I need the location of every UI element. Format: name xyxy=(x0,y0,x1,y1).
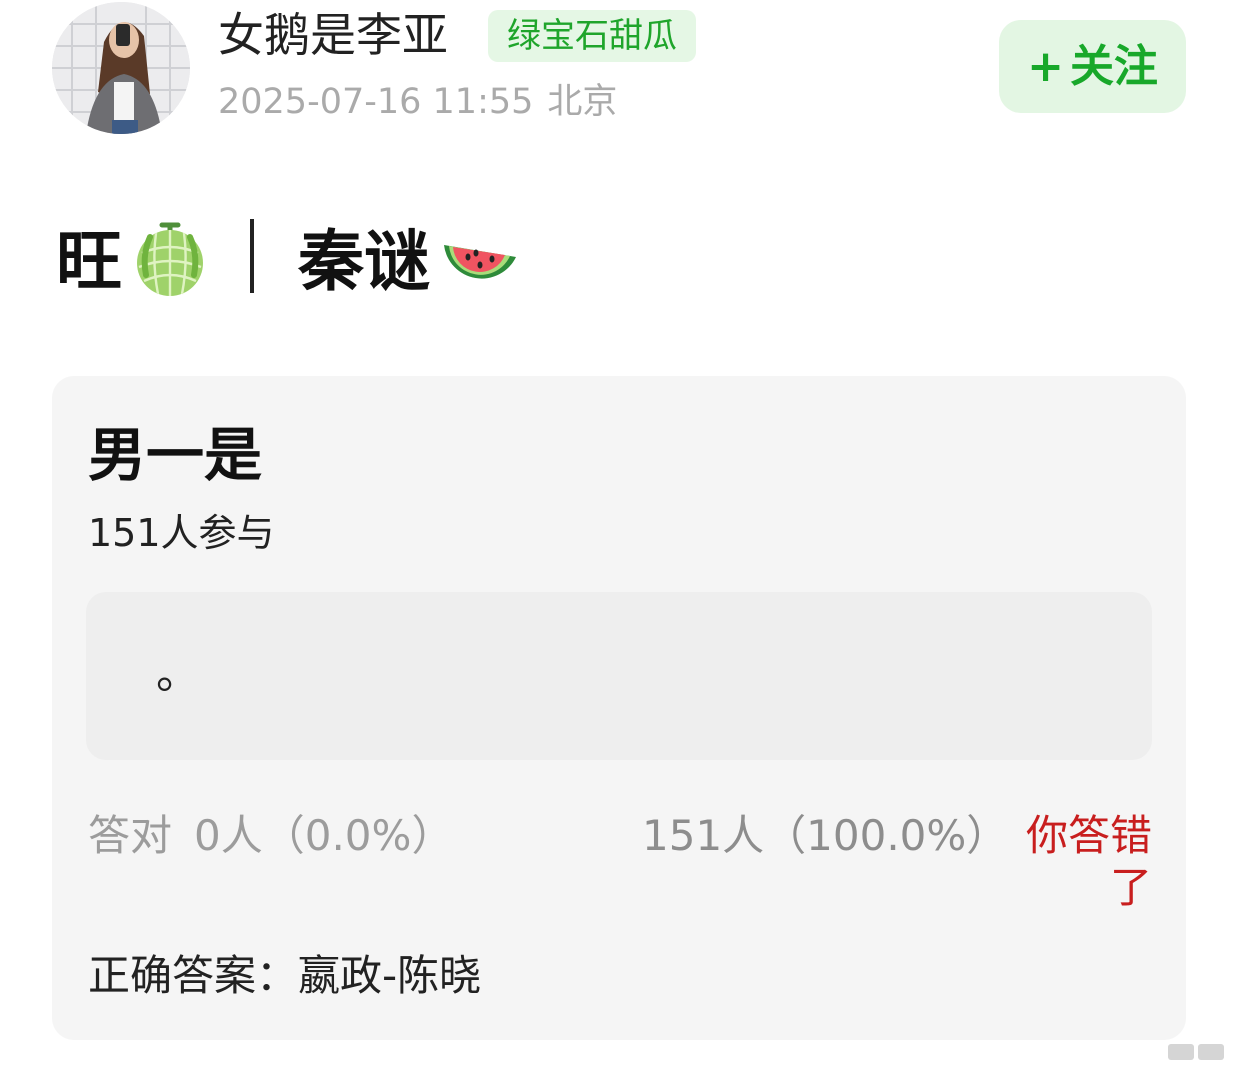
author-badge: 绿宝石甜瓜 xyxy=(488,10,696,62)
watermark-logo-icon xyxy=(1166,1040,1228,1064)
quiz-participants: 151人参与 xyxy=(88,511,275,555)
weibo-post: 女鹅是李亚 绿宝石甜瓜 2025-07-16 11:55 北京 + 关注 旺 秦谜 xyxy=(0,0,1237,1080)
plus-icon: + xyxy=(1027,41,1064,92)
user-answer-text: 。 xyxy=(156,648,200,699)
quiz-card: 男一是 151人参与 。 答对 0人（0.0%） 151人（100.0%） 你答错… xyxy=(52,376,1186,1040)
post-content: 旺 秦谜 xyxy=(56,210,516,302)
melon-icon xyxy=(132,215,208,297)
result-message: 你答错了 xyxy=(1025,811,1152,912)
correct-stat-value: 0人（0.0%） xyxy=(194,811,454,860)
avatar-photo-icon xyxy=(52,2,190,134)
follow-label: 关注 xyxy=(1069,41,1158,92)
wrong-stat-value: 151人（100.0%） xyxy=(642,811,1009,860)
post-location: 北京 xyxy=(547,82,618,122)
post-timestamp: 2025-07-16 11:55 xyxy=(218,82,534,122)
avatar[interactable] xyxy=(52,2,190,134)
user-answer-box: 。 xyxy=(86,592,1152,760)
content-text-right: 秦谜 xyxy=(298,223,430,300)
follow-button[interactable]: + 关注 xyxy=(999,20,1186,113)
correct-stat-label: 答对 xyxy=(88,811,173,860)
content-text-left: 旺 xyxy=(56,223,122,300)
content-divider xyxy=(250,219,254,293)
correct-stat: 答对 0人（0.0%） xyxy=(88,808,453,864)
correct-answer: 正确答案：嬴政-陈晓 xyxy=(88,951,482,1000)
post-meta: 2025-07-16 11:55 北京 xyxy=(218,78,617,126)
author-name[interactable]: 女鹅是李亚 xyxy=(218,6,448,64)
quiz-question: 男一是 xyxy=(88,421,263,489)
watermelon-icon xyxy=(440,215,516,297)
